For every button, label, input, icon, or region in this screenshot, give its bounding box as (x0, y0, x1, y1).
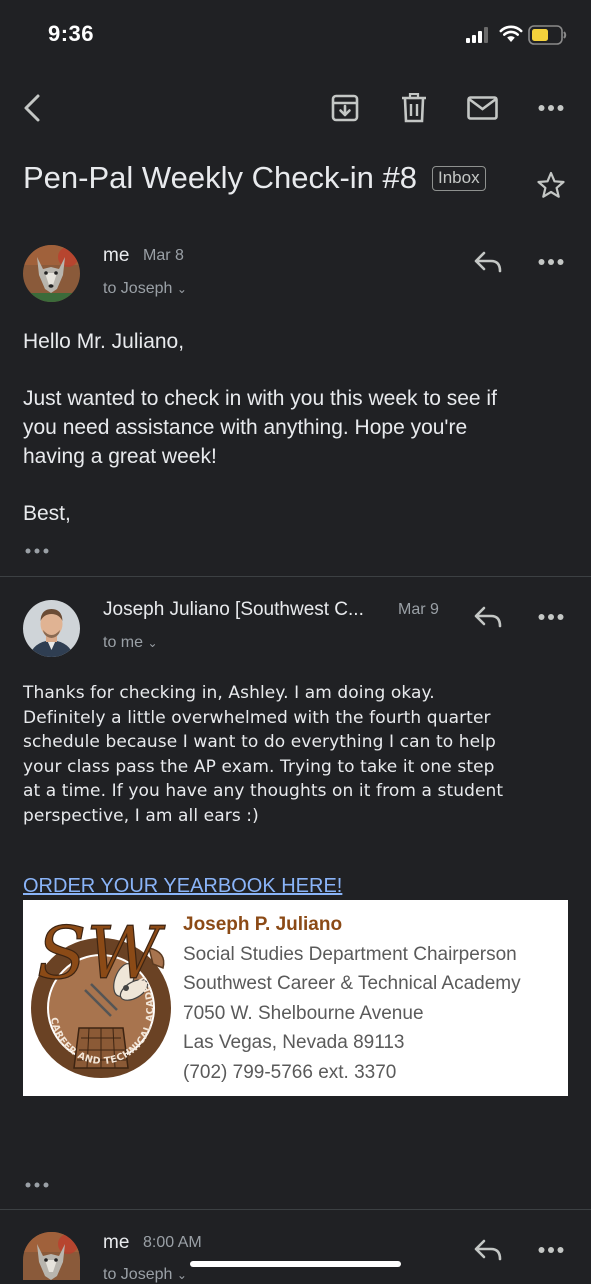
message-sender: Joseph Juliano [Southwest C... (103, 599, 364, 620)
email-subject: Pen-Pal Weekly Check-in #8 (23, 160, 417, 195)
email-signature: SW CAREER AND TECHNICAL ACADEMY Joseph P… (23, 900, 568, 1096)
message-body-line: your class pass the AP exam. Trying to t… (23, 756, 495, 777)
mail-icon[interactable] (467, 96, 498, 120)
reply-icon[interactable] (474, 1239, 502, 1261)
message-body-line: at a time. If you have any thoughts on i… (23, 781, 504, 801)
signature-name: Joseph P. Juliano (183, 914, 343, 935)
recipient-toggle[interactable]: to Joseph ⌄ (103, 1266, 187, 1284)
signature-organization: Southwest Career & Technical Academy (183, 973, 521, 994)
recipient-toggle[interactable]: to Joseph ⌄ (103, 280, 187, 298)
message-date: Mar 8 (143, 247, 184, 264)
trash-icon[interactable] (401, 93, 427, 123)
avatar[interactable] (23, 1232, 80, 1280)
archive-icon[interactable] (331, 94, 359, 122)
message-body-line: perspective, I am all ears :) (23, 805, 259, 826)
message-more-icon[interactable] (538, 613, 564, 621)
avatar[interactable] (23, 245, 80, 302)
message-body-line: schedule because I want to do everything… (23, 732, 496, 752)
message-divider (0, 1209, 591, 1210)
signal-icon (466, 27, 490, 43)
star-icon[interactable] (537, 171, 565, 199)
chevron-down-icon: ⌄ (176, 282, 187, 296)
inbox-label-badge[interactable]: Inbox (432, 166, 486, 191)
message-signoff: Best, (23, 502, 71, 525)
wifi-icon (499, 25, 523, 43)
home-indicator[interactable] (190, 1261, 401, 1267)
message-body-line: having a great week! (23, 445, 217, 468)
reply-icon[interactable] (474, 606, 502, 628)
recipient-toggle[interactable]: to me ⌄ (103, 634, 158, 652)
back-chevron-icon[interactable] (20, 93, 44, 123)
message-divider (0, 576, 591, 577)
signature-address-street: 7050 W. Shelbourne Avenue (183, 1002, 424, 1024)
message-body-line: Definitely a little overwhelmed with the… (23, 707, 491, 728)
signature-phone[interactable]: (702) 799-5766 ext. 3370 (183, 1058, 521, 1088)
message-body-line: Just wanted to check in with you this we… (23, 387, 497, 410)
chevron-down-icon: ⌄ (147, 636, 158, 650)
recipient-label: to Joseph (103, 1266, 173, 1283)
reply-icon[interactable] (474, 251, 502, 273)
message-date: Mar 9 (398, 601, 439, 618)
status-time: 9:36 (48, 21, 95, 46)
signature-title: Social Studies Department Chairperson (183, 943, 517, 965)
avatar[interactable] (23, 600, 80, 657)
signature-address-city: Las Vegas, Nevada 89113 (183, 1032, 405, 1053)
message-date: 8:00 AM (143, 1234, 202, 1251)
message-greeting: Hello Mr. Juliano, (23, 330, 185, 353)
recipient-label: to Joseph (103, 280, 173, 297)
show-trimmed-content-icon[interactable] (25, 547, 49, 555)
message-sender: me (103, 1232, 130, 1253)
message-more-icon[interactable] (538, 258, 564, 266)
yearbook-order-link[interactable]: ORDER YOUR YEARBOOK HERE! (23, 875, 342, 898)
show-trimmed-content-icon[interactable] (25, 1181, 49, 1189)
message-sender: me (103, 245, 130, 266)
message-more-icon[interactable] (538, 1246, 564, 1254)
school-logo: SW CAREER AND TECHNICAL ACADEMY (29, 908, 179, 1088)
recipient-label: to me (103, 634, 144, 651)
message-body-line: you need assistance with anything. Hope … (23, 416, 468, 439)
more-options-icon[interactable] (538, 104, 564, 112)
message-body-line: Thanks for checking in, Ashley. I am doi… (23, 683, 435, 703)
battery-icon (528, 25, 568, 45)
